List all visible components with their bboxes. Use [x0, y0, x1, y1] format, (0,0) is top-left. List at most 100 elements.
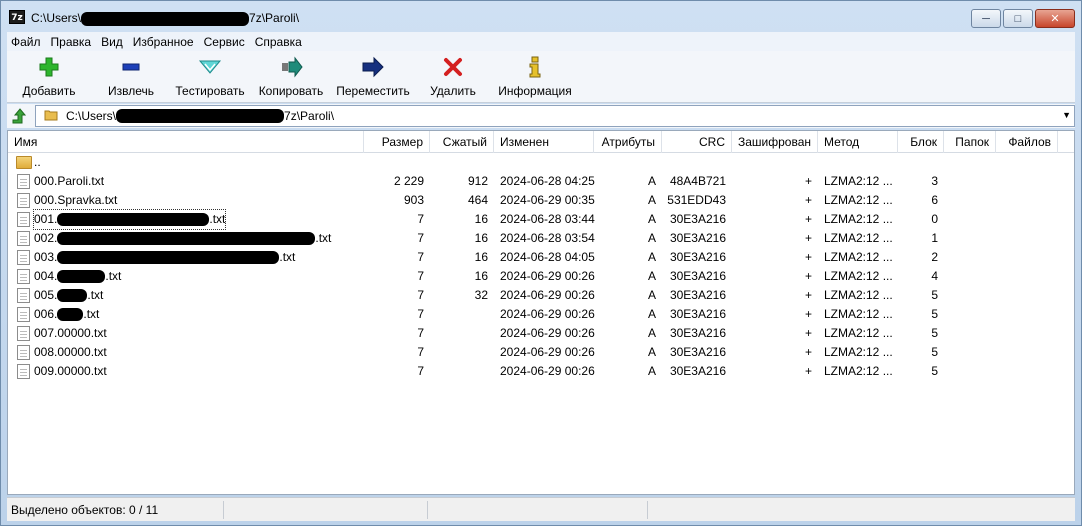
plus-icon [39, 57, 59, 77]
row-name: 004. .txt [34, 267, 121, 286]
table-row[interactable]: 005. .txt 7 32 2024-06-29 00:26 A 30E3A216 + LZM… [8, 286, 1074, 305]
row-method: LZMA2:12 ... [824, 364, 893, 378]
menu-view[interactable]: Вид [97, 35, 127, 49]
row-modified: 2024-06-28 03:54 [500, 231, 595, 245]
menu-favorites[interactable]: Избранное [129, 35, 198, 49]
col-method[interactable]: Метод [818, 131, 898, 153]
app-7z-icon[interactable]: 7z [9, 10, 25, 24]
extract-button[interactable]: Извлечь [91, 55, 171, 101]
table-row[interactable]: 002. .txt 7 16 2024-06-28 03:54 A 30E3A216 + LZM… [8, 229, 1074, 248]
row-size: 7 [417, 212, 424, 226]
text-file-icon [17, 231, 30, 246]
row-method: LZMA2:12 ... [824, 307, 893, 321]
folder-icon [44, 108, 58, 125]
row-name: .. [34, 155, 41, 169]
window-title-prefix: C:\Users\ [31, 11, 82, 25]
row-name: 008.00000.txt [34, 343, 107, 362]
row-name-part: 002. [34, 231, 58, 245]
minimize-icon: ─ [982, 12, 990, 25]
parent-folder-row[interactable]: .. [8, 153, 1074, 172]
delete-button[interactable]: Удалить [423, 55, 483, 101]
col-block[interactable]: Блок [898, 131, 944, 153]
address-field[interactable]: C:\Users\ 7z\Paroli\ ▼ [35, 105, 1075, 127]
table-row[interactable]: 007.00000.txt 7 2024-06-29 00:26 A 30E3A216 +… [8, 324, 1074, 343]
table-row[interactable]: 009.00000.txt 7 2024-06-29 00:26 A 30E3A216 +… [8, 362, 1074, 381]
row-method: LZMA2:12 ... [824, 250, 893, 264]
row-packed: 464 [467, 193, 488, 207]
info-button[interactable]: Информация [495, 55, 575, 101]
up-folder-button[interactable] [11, 107, 29, 125]
copy-button[interactable]: Копировать [255, 55, 327, 101]
menu-tools[interactable]: Сервис [200, 35, 249, 49]
row-attr: A [647, 231, 656, 245]
row-enc: + [804, 231, 812, 245]
add-button[interactable]: Добавить [9, 55, 89, 101]
row-attr: A [647, 307, 656, 321]
test-button[interactable]: Тестировать [173, 55, 247, 101]
row-attr: A [647, 269, 656, 283]
extract-button-label: Извлечь [107, 84, 154, 98]
menu-help[interactable]: Справка [251, 35, 306, 49]
maximize-button[interactable]: □ [1003, 9, 1033, 28]
app-window: 7z C:\Users\ 7z\Paroli\ ─ □ ✕ Файл Правка… [0, 0, 1082, 526]
text-file-icon [17, 269, 30, 284]
col-size[interactable]: Размер [364, 131, 430, 153]
row-crc: 30E3A216 [669, 307, 726, 321]
row-crc: 30E3A216 [669, 326, 726, 340]
table-row[interactable]: 000.Paroli.txt 2 229 912 2024-06-28 04:25 A 4… [8, 172, 1074, 191]
row-enc: + [804, 288, 812, 302]
menu-bar: Файл Правка Вид Избранное Сервис Справка [7, 32, 1075, 51]
title-bar[interactable]: 7z C:\Users\ 7z\Paroli\ ─ □ ✕ [1, 1, 1081, 32]
row-name: 000.Spravka.txt [34, 191, 117, 210]
file-list: Имя Размер Сжатый Изменен Атрибуты CRC З… [7, 130, 1075, 495]
dropdown-arrow-icon[interactable]: ▼ [1062, 110, 1071, 120]
menu-file[interactable]: Файл [7, 35, 45, 49]
col-name[interactable]: Имя [8, 131, 364, 153]
row-modified: 2024-06-29 00:26 [500, 307, 595, 321]
row-method: LZMA2:12 ... [824, 288, 893, 302]
text-file-icon [17, 212, 30, 227]
table-row[interactable]: 001. .txt 7 16 2024-06-28 03:44 A 30E3A216 + LZM… [8, 209, 1074, 230]
row-name-part: 007.00000.txt [34, 326, 107, 340]
row-block: 5 [931, 364, 938, 378]
row-modified: 2024-06-29 00:26 [500, 288, 595, 302]
status-divider [223, 501, 224, 519]
minimize-button[interactable]: ─ [971, 9, 1001, 28]
row-name-part: 006. [34, 307, 58, 321]
minus-icon [122, 63, 140, 71]
table-row[interactable]: 006. .txt 7 2024-06-29 00:26 A 30E3A216 + LZMA2… [8, 305, 1074, 324]
col-files[interactable]: Файлов [996, 131, 1058, 153]
row-crc: 48A4B721 [669, 174, 726, 188]
row-packed [430, 362, 488, 381]
col-encrypted[interactable]: Зашифрован [732, 131, 818, 153]
table-row[interactable]: 004. .txt 7 16 2024-06-29 00:26 A 30E3A216 + LZM… [8, 267, 1074, 286]
row-crc: 30E3A216 [669, 288, 726, 302]
col-crc[interactable]: CRC [662, 131, 732, 153]
row-block: 5 [931, 326, 938, 340]
close-button[interactable]: ✕ [1035, 9, 1075, 28]
row-packed [430, 305, 488, 324]
row-name-part: 000.Spravka.txt [34, 193, 118, 207]
address-bar: C:\Users\ 7z\Paroli\ ▼ [7, 104, 1075, 128]
row-name-ext: .txt [105, 269, 122, 283]
row-attr: A [647, 288, 656, 302]
table-row[interactable]: 008.00000.txt 7 2024-06-29 00:26 A 30E3A216 +… [8, 343, 1074, 362]
row-block: 2 [931, 250, 938, 264]
col-folders[interactable]: Папок [944, 131, 996, 153]
table-row[interactable]: 003. .txt 7 16 2024-06-28 04:05 A 30E3A216 + LZM… [8, 248, 1074, 267]
arrow-right-icon [362, 56, 384, 78]
move-button[interactable]: Переместить [335, 55, 411, 101]
row-crc: 30E3A216 [669, 212, 726, 226]
window-title-suffix: 7z\Paroli\ [249, 11, 300, 25]
col-modified[interactable]: Изменен [494, 131, 594, 153]
col-attributes[interactable]: Атрибуты [594, 131, 662, 153]
row-name-part: 000.Paroli.txt [34, 174, 105, 188]
row-size: 7 [417, 250, 424, 264]
row-attr: A [647, 364, 656, 378]
row-name: 006. .txt [34, 305, 99, 324]
col-packed[interactable]: Сжатый [430, 131, 494, 153]
row-name: 000.Paroli.txt [34, 172, 104, 191]
folder-icon [16, 156, 32, 169]
table-row[interactable]: 000.Spravka.txt 903 464 2024-06-29 00:35 A 53… [8, 191, 1074, 210]
menu-edit[interactable]: Правка [47, 35, 96, 49]
